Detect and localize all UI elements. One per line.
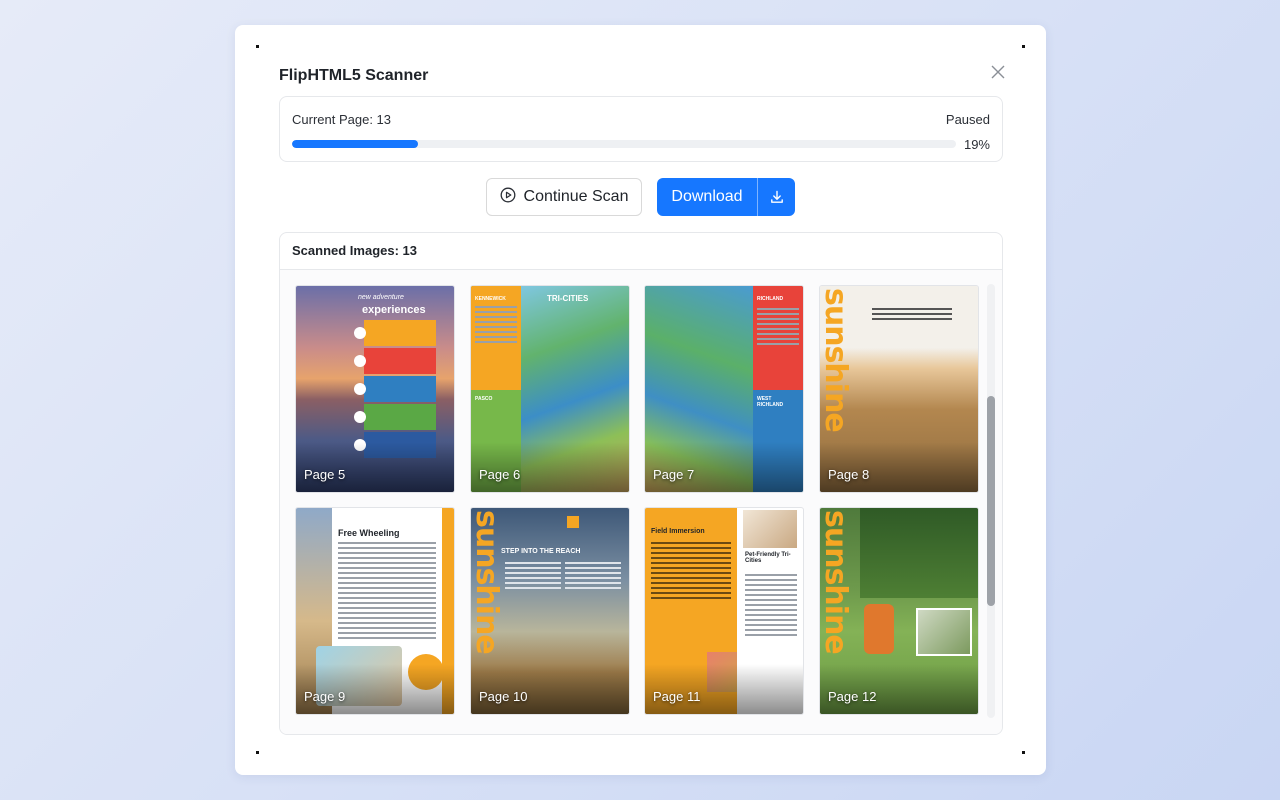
download-split-button: Download [657,178,795,216]
thumbnail-tag: RICHLAND [757,296,784,302]
thumbnail-page-6[interactable]: KENNEWICK PASCO TRI-CITIES Page 6 [471,286,629,492]
text-lines [757,308,799,348]
progress-fill [292,140,419,148]
scanned-images-header: Scanned Images: 13 [280,233,1002,270]
scan-status: Paused [945,112,990,127]
thumbnail-label: Page 6 [479,467,521,482]
thumbnail-heading: Field Immersion [651,528,705,535]
thumbnail-page-10[interactable]: sunshine STEP INTO THE REACH Page 10 [471,508,629,714]
text-lines [475,306,517,346]
progress-percent: 19% [963,137,990,152]
tree-canopy [860,508,978,598]
color-block [364,376,436,402]
thumbnail-label: Page 7 [653,467,695,482]
corner-mark [1022,751,1025,754]
thumbnail-label: Page 10 [479,689,528,704]
close-icon[interactable] [988,62,1008,82]
thumbnail-subheading: Pet-Friendly Tri-Cities [745,552,791,564]
photo [743,510,797,548]
thumbnail-page-5[interactable]: new adventure experiences Page 5 [296,286,454,492]
photo [916,608,972,656]
photo-figure [864,604,894,654]
thumbnail-heading: STEP INTO THE REACH [501,548,581,555]
dialog-title: FlipHTML5 Scanner [279,67,429,84]
bullet-icon [354,411,366,423]
corner-mark [256,751,259,754]
thumbnail-tag: PASCO [475,396,493,402]
scrollbar-thumb[interactable] [987,396,995,606]
progress-bar [292,140,956,148]
corner-mark [256,45,259,48]
thumbnail-heading: Free Wheeling [338,528,400,538]
thumbnail-tag: KENNEWICK [475,296,506,302]
progress-card: Current Page: 13 Paused 19% [279,96,1003,162]
color-block [364,348,436,374]
bullet-icon [354,355,366,367]
bullet-icon [354,327,366,339]
thumbnail-page-12[interactable]: sunshine Page 12 [820,508,978,714]
continue-scan-label: Continue Scan [523,188,629,205]
current-page-label: Current Page: 13 [292,112,392,127]
thumbnail-label: Page 12 [828,689,877,704]
color-block [364,320,436,346]
thumbnail-page-9[interactable]: Free Wheeling Page 9 [296,508,454,714]
thumbnail-label: Page 9 [304,689,346,704]
play-circle-icon [500,187,516,208]
thumbnail-page-8[interactable]: sunshine Page 8 [820,286,978,492]
corner-mark [1022,45,1025,48]
text-lines [872,308,952,323]
thumbnail-label: Page 11 [653,689,701,704]
download-icon[interactable] [758,178,795,216]
color-block [364,404,436,430]
text-lines [745,574,797,639]
thumbnail-tag: WEST RICHLAND [757,396,784,408]
thumbnail-label: Page 8 [828,467,870,482]
download-button[interactable]: Download [657,178,757,216]
thumbnail-script-text: new adventure [358,294,404,301]
thumbnail-grid: new adventure experiences Page 5 KENNEWI… [280,270,1002,734]
scrollbar[interactable] [987,284,995,718]
text-lines [505,562,561,592]
text-lines [565,562,621,592]
thumbnail-page-11[interactable]: Field Immersion Pet-Friendly Tri-Cities … [645,508,803,714]
text-lines [651,542,731,602]
scanned-images-panel: Scanned Images: 13 new adventure experie… [279,232,1003,735]
continue-scan-button[interactable]: Continue Scan [486,178,642,216]
thumbnail-label: Page 5 [304,467,346,482]
bullet-icon [354,383,366,395]
text-lines [338,542,436,642]
qr-code [567,516,579,528]
thumbnail-page-7[interactable]: RICHLAND WEST RICHLAND Page 7 [645,286,803,492]
thumbnail-logo-text: TRI-CITIES [547,294,589,303]
thumbnail-heading: experiences [362,304,426,316]
